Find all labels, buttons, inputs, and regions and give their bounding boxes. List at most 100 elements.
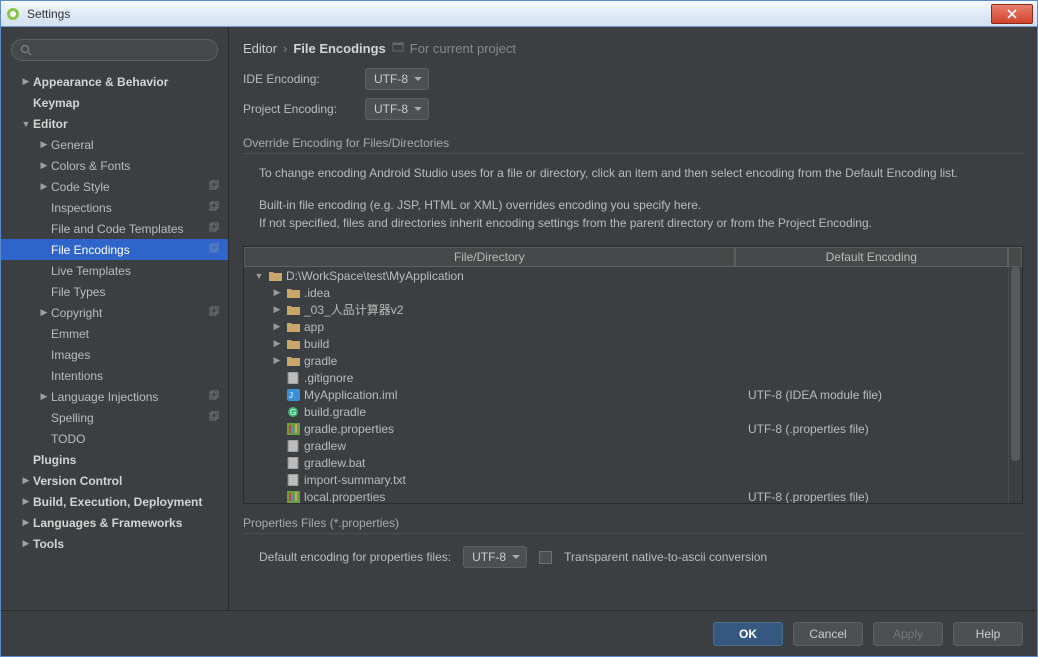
sidebar-item-keymap[interactable]: Keymap xyxy=(1,92,228,113)
table-row[interactable]: ▶.idea xyxy=(244,284,1008,301)
chevron-down-icon: ▼ xyxy=(19,119,33,129)
folder-icon xyxy=(268,269,282,283)
props-default-dropdown[interactable]: UTF-8 xyxy=(463,546,527,568)
file-icon xyxy=(286,371,300,385)
table-row[interactable]: gradle.properties UTF-8 (.properties file… xyxy=(244,420,1008,437)
sidebar-item-copyright[interactable]: ▶Copyright xyxy=(1,302,228,323)
folder-icon xyxy=(286,286,300,300)
sidebar-item-general[interactable]: ▶General xyxy=(1,134,228,155)
native-to-ascii-label: Transparent native-to-ascii conversion xyxy=(564,550,767,564)
cancel-button[interactable]: Cancel xyxy=(793,622,863,646)
sidebar-item-plugins[interactable]: Plugins xyxy=(1,449,228,470)
scrollbar-thumb[interactable] xyxy=(1011,267,1020,461)
ok-button[interactable]: OK xyxy=(713,622,783,646)
breadcrumb: Editor › File Encodings For current proj… xyxy=(229,27,1037,64)
props-icon xyxy=(286,422,300,436)
file-name: D:\WorkSpace\test\MyApplication xyxy=(286,269,464,283)
sidebar-item-label: Languages & Frameworks xyxy=(33,516,222,530)
window-title: Settings xyxy=(27,7,991,21)
sidebar-item-label: Plugins xyxy=(33,453,222,467)
chevron-right-icon: ▶ xyxy=(19,517,33,528)
file-name: gradle.properties xyxy=(304,422,394,436)
sidebar-item-label: Intentions xyxy=(51,369,222,383)
sidebar-item-images[interactable]: Images xyxy=(1,344,228,365)
native-to-ascii-checkbox[interactable] xyxy=(539,551,552,564)
caret-down-icon xyxy=(414,77,422,81)
sidebar-item-label: Build, Execution, Deployment xyxy=(33,495,222,509)
table-row[interactable]: ▶_03_人品计算器v2 xyxy=(244,301,1008,318)
sidebar-item-emmet[interactable]: Emmet xyxy=(1,323,228,344)
sidebar-item-file-types[interactable]: File Types xyxy=(1,281,228,302)
sidebar-item-build-execution-deployment[interactable]: ▶Build, Execution, Deployment xyxy=(1,491,228,512)
col-header-scroll xyxy=(1008,247,1022,267)
chevron-right-icon: ▶ xyxy=(37,139,51,150)
app-icon xyxy=(5,6,21,22)
sidebar-item-language-injections[interactable]: ▶Language Injections xyxy=(1,386,228,407)
sidebar-item-inspections[interactable]: Inspections xyxy=(1,197,228,218)
table-row[interactable]: ▼D:\WorkSpace\test\MyApplication xyxy=(244,267,1008,284)
file-name: .idea xyxy=(304,286,330,300)
sidebar-item-intentions[interactable]: Intentions xyxy=(1,365,228,386)
table-scrollbar[interactable] xyxy=(1008,267,1022,503)
table-row[interactable]: local.propertiesUTF-8 (.properties file) xyxy=(244,488,1008,503)
table-row[interactable]: ▶build xyxy=(244,335,1008,352)
ide-encoding-dropdown[interactable]: UTF-8 xyxy=(365,68,429,90)
project-encoding-dropdown[interactable]: UTF-8 xyxy=(365,98,429,120)
sidebar-item-spelling[interactable]: Spelling xyxy=(1,407,228,428)
copy-icon xyxy=(208,243,222,257)
search-icon xyxy=(20,44,32,56)
file-name: MyApplication.iml xyxy=(304,388,397,402)
file-name: gradle xyxy=(304,354,337,368)
dialog-footer: OK Cancel Apply Help xyxy=(1,610,1037,656)
apply-button[interactable]: Apply xyxy=(873,622,943,646)
col-header-encoding[interactable]: Default Encoding xyxy=(735,247,1008,267)
chevron-right-icon: ▶ xyxy=(19,538,33,549)
table-row[interactable]: .gitignore xyxy=(244,369,1008,386)
close-button[interactable] xyxy=(991,4,1033,24)
table-row[interactable]: gradlew.bat xyxy=(244,454,1008,471)
file-name: gradlew.bat xyxy=(304,456,365,470)
table-row[interactable]: gradlew xyxy=(244,437,1008,454)
sidebar-item-file-encodings[interactable]: File Encodings xyxy=(1,239,228,260)
table-row[interactable]: J MyApplication.iml UTF-8 (IDEA module fil… xyxy=(244,386,1008,403)
file-encoding-value: UTF-8 (.properties file) xyxy=(740,422,1008,436)
sidebar-item-version-control[interactable]: ▶Version Control xyxy=(1,470,228,491)
file-encoding-value: UTF-8 (IDEA module file) xyxy=(740,388,1008,402)
sidebar-search-input[interactable] xyxy=(11,39,218,61)
gradle-icon: G xyxy=(286,405,300,419)
file-name: _03_人品计算器v2 xyxy=(304,301,403,318)
breadcrumb-scope: For current project xyxy=(410,41,516,56)
sidebar-item-appearance-behavior[interactable]: ▶Appearance & Behavior xyxy=(1,71,228,92)
file-icon xyxy=(286,439,300,453)
sidebar-item-todo[interactable]: TODO xyxy=(1,428,228,449)
chevron-right-icon: ▶ xyxy=(19,76,33,87)
chevron-right-icon: ▶ xyxy=(37,307,51,318)
sidebar-item-label: File and Code Templates xyxy=(51,222,208,236)
sidebar-item-colors-fonts[interactable]: ▶Colors & Fonts xyxy=(1,155,228,176)
table-row[interactable]: ▶app xyxy=(244,318,1008,335)
project-icon xyxy=(392,41,404,56)
properties-section-title: Properties Files (*.properties) xyxy=(243,516,1023,534)
sidebar-item-code-style[interactable]: ▶Code Style xyxy=(1,176,228,197)
ide-encoding-label: IDE Encoding: xyxy=(243,72,355,86)
svg-text:J: J xyxy=(289,391,293,400)
col-header-file[interactable]: File/Directory xyxy=(244,247,735,267)
override-help-1: To change encoding Android Studio uses f… xyxy=(259,164,1023,182)
file-name: build.gradle xyxy=(304,405,366,419)
sidebar-item-tools[interactable]: ▶Tools xyxy=(1,533,228,554)
help-button[interactable]: Help xyxy=(953,622,1023,646)
settings-tree: ▶Appearance & BehaviorKeymap▼Editor▶Gene… xyxy=(1,71,228,610)
table-row[interactable]: import-summary.txt xyxy=(244,471,1008,488)
sidebar-item-editor[interactable]: ▼Editor xyxy=(1,113,228,134)
table-row[interactable]: ▶gradle xyxy=(244,352,1008,369)
file-name: build xyxy=(304,337,329,351)
sidebar-item-languages-frameworks[interactable]: ▶Languages & Frameworks xyxy=(1,512,228,533)
chevron-right-icon: ▶ xyxy=(37,181,51,192)
sidebar-item-label: Version Control xyxy=(33,474,222,488)
sidebar-item-label: Language Injections xyxy=(51,390,208,404)
override-help-3: If not specified, files and directories … xyxy=(259,214,1023,232)
sidebar-item-live-templates[interactable]: Live Templates xyxy=(1,260,228,281)
sidebar-item-file-and-code-templates[interactable]: File and Code Templates xyxy=(1,218,228,239)
table-row[interactable]: Gbuild.gradle xyxy=(244,403,1008,420)
sidebar-item-label: Editor xyxy=(33,117,222,131)
